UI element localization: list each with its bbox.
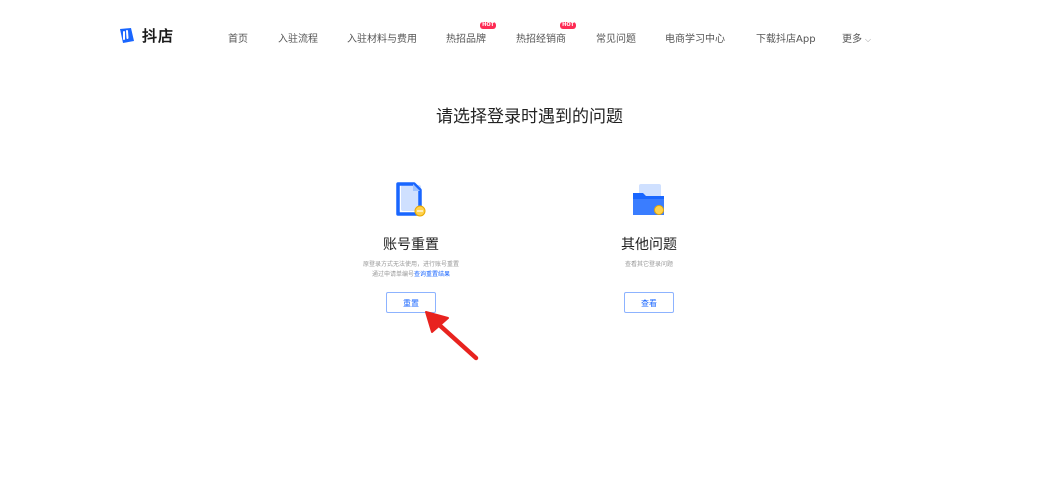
- folder-icon: [549, 176, 749, 226]
- card-description-spacer: [549, 270, 749, 280]
- page-title: 请选择登录时遇到的问题: [436, 107, 623, 127]
- other-issues-card: 其他问题 查看其它登录问题 查看: [549, 176, 749, 313]
- account-reset-card: 账号重置 原登录方式无法使用，进行账号重置 通过申请单编号查询重置结果 重置: [311, 176, 511, 313]
- nav-item-download-app[interactable]: 下载抖店App: [756, 30, 816, 45]
- top-navigation: 抖店 首页 入驻流程 入驻材料与费用 热招品牌 HOT 热招经销商 HOT 常见…: [0, 0, 1059, 72]
- nav-item-label: 热招品牌: [446, 34, 486, 45]
- nav-item-onboarding-process[interactable]: 入驻流程: [278, 30, 318, 45]
- card-description: 查看其它登录问题: [549, 260, 749, 280]
- card-title: 其他问题: [621, 237, 677, 253]
- logo-text: 抖店: [142, 27, 175, 45]
- nav-item-learning-center[interactable]: 电商学习中心: [665, 30, 725, 45]
- hot-badge: HOT: [560, 22, 576, 29]
- document-pen-icon: [311, 176, 511, 226]
- card-description-line: 查看其它登录问题: [624, 261, 673, 268]
- nav-item-hot-brands[interactable]: 热招品牌 HOT: [446, 22, 496, 45]
- card-description-text: 通过申请单编号: [371, 271, 414, 278]
- red-arrow-icon: [420, 306, 484, 368]
- nav-item-label: 热招经销商: [516, 34, 566, 45]
- view-button[interactable]: 查看: [624, 292, 674, 313]
- nav-item-more[interactable]: 更多 ⌵: [842, 30, 871, 45]
- card-description-line: 原登录方式无法使用，进行账号重置: [362, 261, 459, 268]
- nav-item-home[interactable]: 首页: [228, 30, 248, 45]
- hot-badge: HOT: [480, 22, 496, 29]
- chevron-down-icon: ⌵: [865, 35, 872, 44]
- logo[interactable]: 抖店: [117, 25, 174, 46]
- nav-item-materials-and-fees[interactable]: 入驻材料与费用: [347, 30, 417, 45]
- doudian-logo-icon: [117, 26, 137, 46]
- query-reset-result-link[interactable]: 查询重置结果: [414, 271, 450, 278]
- card-description-line: 通过申请单编号查询重置结果: [311, 270, 511, 280]
- nav-item-label: 更多: [842, 34, 862, 45]
- nav-item-hot-distributors[interactable]: 热招经销商 HOT: [516, 22, 576, 45]
- card-title: 账号重置: [383, 237, 439, 253]
- card-description: 原登录方式无法使用，进行账号重置 通过申请单编号查询重置结果: [311, 260, 511, 280]
- nav-item-faq[interactable]: 常见问题: [596, 30, 636, 45]
